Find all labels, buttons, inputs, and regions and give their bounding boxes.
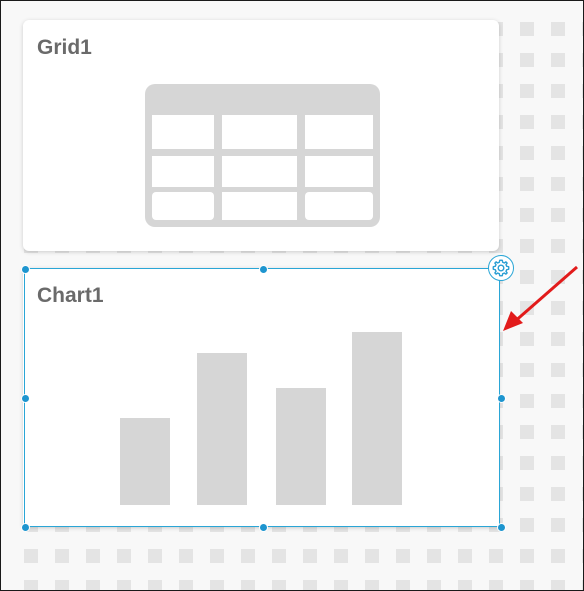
canvas-dot bbox=[551, 518, 565, 532]
canvas-dot bbox=[551, 580, 565, 590]
canvas-dot bbox=[55, 549, 69, 563]
canvas-dot bbox=[396, 549, 410, 563]
canvas-dot bbox=[303, 580, 317, 590]
canvas-dot bbox=[551, 456, 565, 470]
canvas-dot bbox=[179, 549, 193, 563]
canvas-dot bbox=[520, 580, 534, 590]
canvas-dot bbox=[272, 580, 286, 590]
canvas-dot bbox=[24, 580, 38, 590]
grid-widget[interactable]: Grid1 bbox=[23, 20, 499, 251]
canvas-dot bbox=[179, 580, 193, 590]
canvas-dot bbox=[148, 580, 162, 590]
canvas-dot bbox=[458, 580, 472, 590]
canvas-dot bbox=[551, 146, 565, 160]
canvas-dot bbox=[334, 580, 348, 590]
canvas-dot bbox=[520, 239, 534, 253]
canvas-dot bbox=[241, 549, 255, 563]
canvas-dot bbox=[489, 549, 503, 563]
canvas-dot bbox=[427, 549, 441, 563]
canvas-dot bbox=[520, 425, 534, 439]
canvas-dot bbox=[520, 208, 534, 222]
canvas-dot bbox=[86, 580, 100, 590]
canvas-dot bbox=[86, 549, 100, 563]
canvas-dot bbox=[334, 549, 348, 563]
canvas-dot bbox=[520, 53, 534, 67]
resize-handle-bottom[interactable] bbox=[259, 523, 268, 532]
canvas-dot bbox=[520, 84, 534, 98]
canvas-dot bbox=[551, 394, 565, 408]
canvas-dot bbox=[520, 146, 534, 160]
resize-handle-left[interactable] bbox=[21, 394, 30, 403]
dashboard-canvas: Grid1 Chart1 bbox=[0, 0, 584, 591]
grid-widget-title: Grid1 bbox=[37, 36, 92, 59]
canvas-dot bbox=[520, 549, 534, 563]
canvas-dot bbox=[210, 580, 224, 590]
canvas-dot bbox=[117, 580, 131, 590]
canvas-dot bbox=[55, 580, 69, 590]
canvas-dot bbox=[489, 580, 503, 590]
canvas-dot bbox=[520, 363, 534, 377]
canvas-dot bbox=[551, 425, 565, 439]
resize-handle-top[interactable] bbox=[259, 265, 268, 274]
resize-handle-right[interactable] bbox=[497, 394, 506, 403]
canvas-dot bbox=[365, 580, 379, 590]
canvas-dot bbox=[551, 363, 565, 377]
red-arrow-annotation bbox=[503, 265, 578, 331]
canvas-dot bbox=[520, 518, 534, 532]
canvas-dot bbox=[24, 549, 38, 563]
canvas-dot bbox=[520, 394, 534, 408]
resize-handle-top-left[interactable] bbox=[21, 265, 30, 274]
canvas-dot bbox=[551, 239, 565, 253]
canvas-dot bbox=[210, 549, 224, 563]
canvas-dot bbox=[551, 177, 565, 191]
canvas-dot bbox=[117, 549, 131, 563]
canvas-dot bbox=[551, 115, 565, 129]
resize-handle-bottom-left[interactable] bbox=[21, 523, 30, 532]
canvas-dot bbox=[551, 549, 565, 563]
resize-handle-bottom-right[interactable] bbox=[497, 523, 506, 532]
canvas-dot bbox=[272, 549, 286, 563]
canvas-dot bbox=[551, 84, 565, 98]
canvas-dot bbox=[551, 487, 565, 501]
canvas-dot bbox=[303, 549, 317, 563]
canvas-dot bbox=[551, 208, 565, 222]
canvas-dot bbox=[520, 22, 534, 36]
canvas-dot bbox=[427, 580, 441, 590]
canvas-dot bbox=[365, 549, 379, 563]
canvas-dot bbox=[396, 580, 410, 590]
canvas-dot bbox=[148, 549, 162, 563]
canvas-dot bbox=[520, 177, 534, 191]
chart-selection-outline bbox=[24, 268, 500, 527]
canvas-dot bbox=[241, 580, 255, 590]
canvas-dot bbox=[551, 22, 565, 36]
canvas-dot bbox=[551, 53, 565, 67]
canvas-dot bbox=[520, 456, 534, 470]
canvas-dot bbox=[520, 487, 534, 501]
canvas-dot bbox=[520, 115, 534, 129]
canvas-dot bbox=[458, 549, 472, 563]
table-placeholder-icon bbox=[145, 84, 380, 227]
